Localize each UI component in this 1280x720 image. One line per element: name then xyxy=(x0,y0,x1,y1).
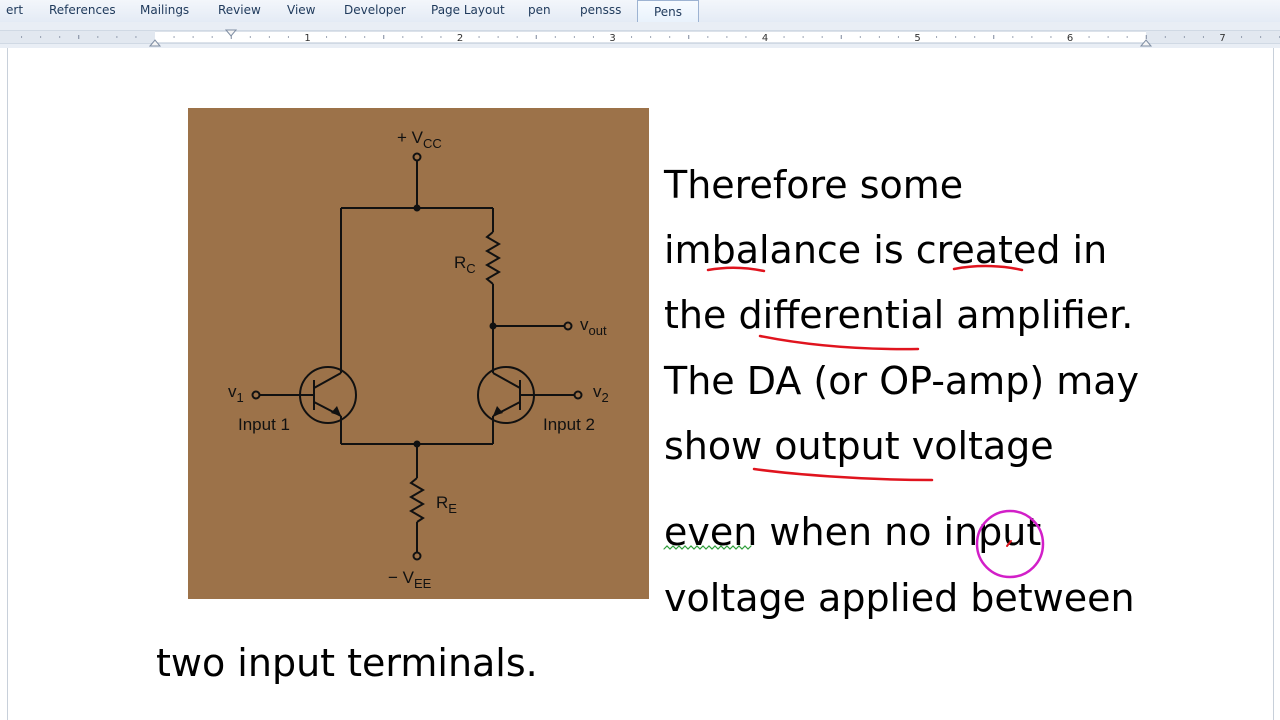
ruler-number: 1 xyxy=(304,33,310,44)
text-line-6[interactable]: even when no input xyxy=(664,513,1041,551)
tab-developer[interactable]: Developer xyxy=(344,3,406,17)
tab-pensss[interactable]: pensss xyxy=(580,3,621,17)
text-line-7[interactable]: voltage applied between xyxy=(664,579,1135,617)
tab-review[interactable]: Review xyxy=(218,3,261,17)
ruler-number: 7 xyxy=(1219,33,1225,44)
text-line-4[interactable]: The DA (or OP-amp) may xyxy=(664,362,1139,400)
text-line-8[interactable]: two input terminals. xyxy=(156,644,538,682)
ruler-number: 6 xyxy=(1067,33,1073,44)
tab-view[interactable]: View xyxy=(287,3,315,17)
horizontal-ruler[interactable]: 1 2 3 4 5 6 7 xyxy=(0,22,1280,48)
tab-insert[interactable]: ert xyxy=(6,3,23,17)
input1-label: Input 1 xyxy=(238,415,290,434)
figure-background xyxy=(188,108,649,599)
text-line-2[interactable]: imbalance is created in xyxy=(664,231,1107,269)
tab-pens[interactable]: Pens xyxy=(637,0,699,22)
ruler-number: 5 xyxy=(914,33,920,44)
input2-label: Input 2 xyxy=(543,415,595,434)
text-line-3[interactable]: the differential amplifier. xyxy=(664,296,1133,334)
ruler-number: 2 xyxy=(457,33,463,44)
differential-amplifier-figure[interactable]: + VCC RC vout v1 v2 Input 1 Input 2 RE −… xyxy=(188,108,649,599)
tab-pen[interactable]: pen xyxy=(528,3,551,17)
tab-mailings[interactable]: Mailings xyxy=(140,3,189,17)
tab-references[interactable]: References xyxy=(49,3,116,17)
ruler-graphic: 1 2 3 4 5 6 7 xyxy=(0,29,1280,47)
text-line-5[interactable]: show output voltage xyxy=(664,427,1054,465)
text-line-1[interactable]: Therefore some xyxy=(664,166,963,204)
ruler-number: 4 xyxy=(762,33,768,44)
tab-page-layout[interactable]: Page Layout xyxy=(431,3,505,17)
ruler-number: 3 xyxy=(609,33,615,44)
ribbon-tab-bar: ert References Mailings Review View Deve… xyxy=(0,0,1280,23)
